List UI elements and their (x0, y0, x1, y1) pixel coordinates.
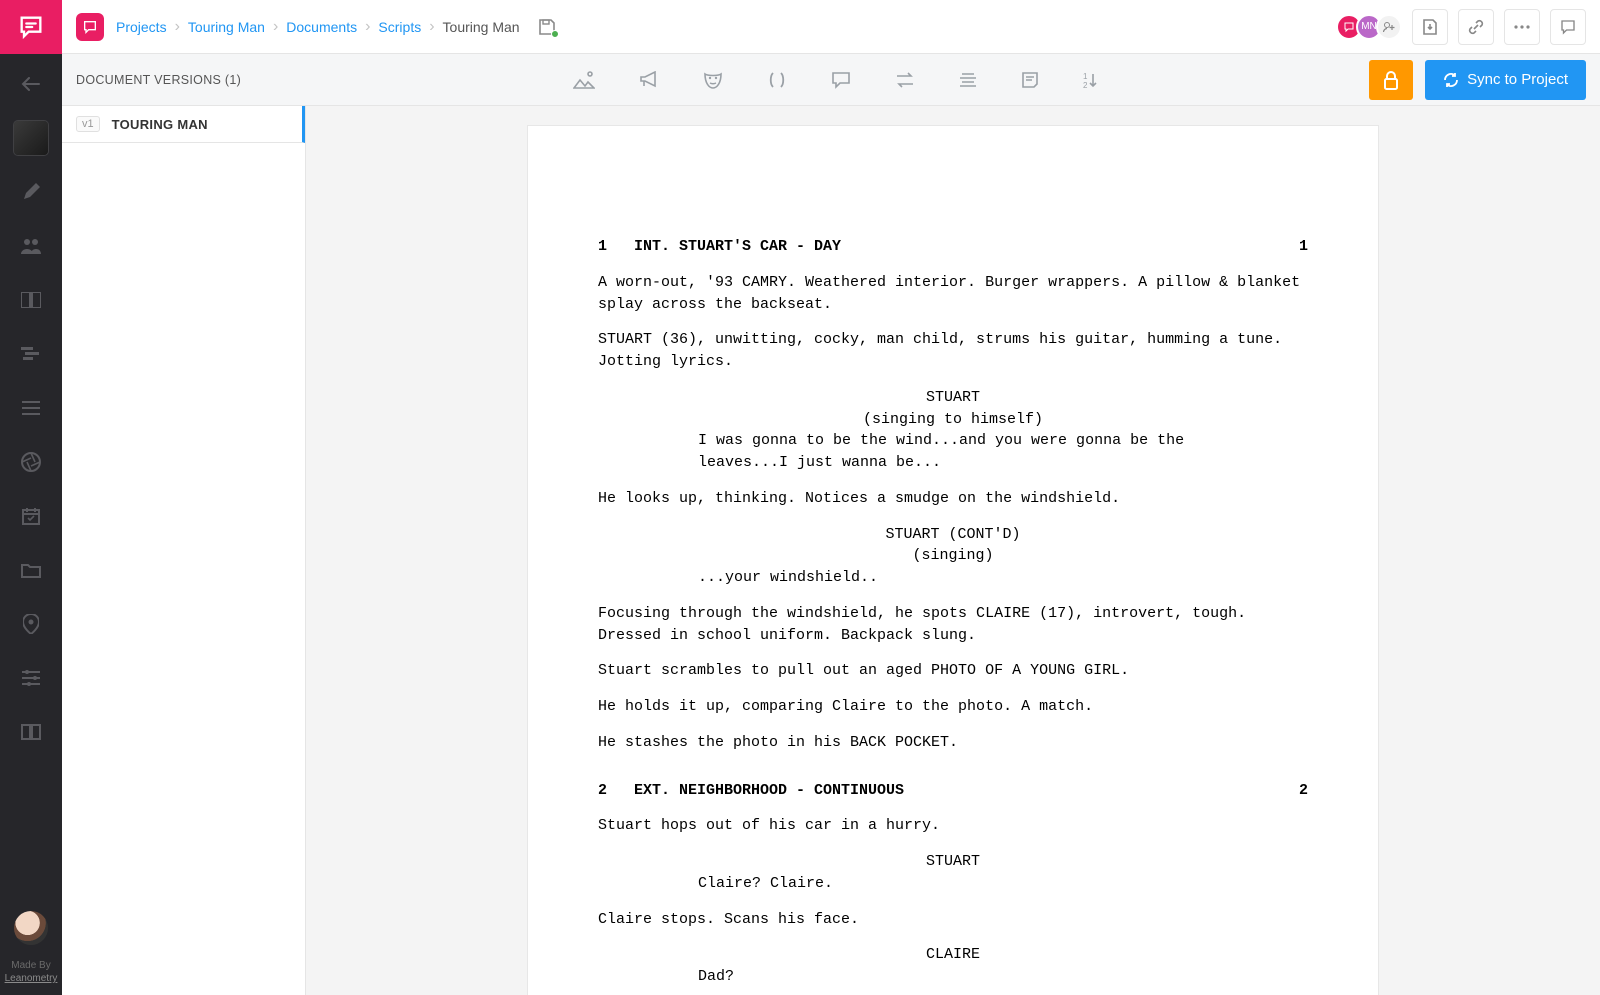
parenthetical[interactable]: (singing to himself) (788, 409, 1118, 431)
scene[interactable]: 1INT. STUART'S CAR - DAY1 A worn-out, '93… (598, 236, 1308, 754)
scene-heading[interactable]: 1INT. STUART'S CAR - DAY1 (598, 236, 1308, 258)
sidebar-footer: Made By Leanometry (5, 953, 58, 995)
sidebar-aperture-icon[interactable] (0, 442, 62, 482)
dialogue[interactable]: Dad? (698, 966, 1208, 988)
scene-number-left: 2 (598, 780, 634, 802)
footer-line2[interactable]: Leanometry (5, 973, 58, 984)
footer-line1: Made By (11, 960, 50, 971)
comment-icon[interactable] (831, 71, 851, 89)
action-text[interactable]: Stuart scrambles to pull out an aged PHO… (598, 660, 1308, 682)
sidebar-folder-icon[interactable] (0, 550, 62, 590)
swap-icon[interactable] (895, 72, 915, 88)
sidebar-project-thumb[interactable] (0, 118, 62, 158)
version-title: TOURING MAN (112, 117, 208, 132)
app-chip[interactable] (76, 13, 104, 41)
scene[interactable]: 2EXT. NEIGHBORHOOD - CONTINUOUS2 Stuart h… (598, 780, 1308, 995)
sidebar-back-icon[interactable] (0, 64, 62, 104)
save-status-icon[interactable] (538, 18, 556, 36)
sidebar-calendar-icon[interactable] (0, 496, 62, 536)
character-cue[interactable]: STUART (748, 387, 1158, 409)
scene-heading[interactable]: 2EXT. NEIGHBORHOOD - CONTINUOUS2 (598, 780, 1308, 802)
collaborators[interactable]: MN (1342, 14, 1402, 40)
action-text[interactable]: He stashes the photo in his BACK POCKET. (598, 732, 1308, 754)
image-icon[interactable] (573, 71, 595, 89)
sync-button[interactable]: Sync to Project (1425, 60, 1586, 100)
toolbar: DOCUMENT VERSIONS (1) 12 Sync to Project (62, 54, 1600, 106)
lock-icon (1382, 70, 1400, 90)
version-item[interactable]: v1 TOURING MAN (62, 106, 305, 143)
toolbar-right: Sync to Project (1369, 60, 1600, 100)
sidebar-book-icon[interactable] (0, 712, 62, 752)
dialogue[interactable]: I was gonna to be the wind...and you wer… (698, 430, 1208, 474)
action-text[interactable]: Stuart hops out of his car in a hurry. (598, 815, 1308, 837)
breadcrumb: Projects › Touring Man › Documents › Scr… (116, 18, 520, 36)
sidebar-list-icon[interactable] (0, 388, 62, 428)
chat-bubble-icon (17, 13, 45, 41)
collab-add[interactable] (1376, 14, 1402, 40)
sidebar-sliders-icon[interactable] (0, 658, 62, 698)
numbering-icon[interactable]: 12 (1083, 71, 1103, 89)
dialogue[interactable]: Claire? Claire. (698, 873, 1208, 895)
refresh-icon (1443, 72, 1459, 88)
sidebar-panels-icon[interactable] (0, 280, 62, 320)
sidebar-nav (0, 54, 62, 911)
breadcrumb-link[interactable]: Touring Man (188, 19, 265, 35)
character-cue[interactable]: CLAIRE (748, 944, 1158, 966)
lock-button[interactable] (1369, 60, 1413, 100)
svg-text:1: 1 (1083, 72, 1088, 81)
character-cue[interactable]: STUART (748, 851, 1158, 873)
chevron-right-icon: › (365, 18, 370, 36)
chevron-right-icon: › (429, 18, 434, 36)
sidebar-edit-icon[interactable] (0, 172, 62, 212)
left-sidebar: Made By Leanometry (0, 0, 62, 995)
breadcrumb-current: Touring Man (443, 19, 520, 35)
note-icon[interactable] (1021, 71, 1039, 89)
action-text[interactable]: He looks up, thinking. Notices a smudge … (598, 488, 1308, 510)
breadcrumb-link[interactable]: Scripts (378, 19, 421, 35)
document-area[interactable]: 1INT. STUART'S CAR - DAY1 A worn-out, '93… (306, 106, 1600, 995)
toolbar-center: 12 (306, 70, 1369, 90)
parenthetical[interactable]: (singing) (788, 545, 1118, 567)
chat-button[interactable] (1550, 9, 1586, 45)
action-text[interactable]: He holds it up, comparing Claire to the … (598, 696, 1308, 718)
dialogue[interactable]: ...your windshield.. (698, 567, 1208, 589)
download-button[interactable] (1412, 9, 1448, 45)
sidebar-timeline-icon[interactable] (0, 334, 62, 374)
scene-number-right: 1 (1272, 236, 1308, 258)
version-badge: v1 (76, 116, 100, 132)
scene-number-right: 2 (1272, 780, 1308, 802)
versions-panel: v1 TOURING MAN (62, 106, 306, 995)
versions-heading: DOCUMENT VERSIONS (1) (62, 73, 306, 87)
link-button[interactable] (1458, 9, 1494, 45)
action-text[interactable]: Focusing through the windshield, he spot… (598, 603, 1308, 647)
align-icon[interactable] (959, 72, 977, 88)
header-actions: MN (1342, 9, 1586, 45)
sidebar-people-icon[interactable] (0, 226, 62, 266)
scene-slug: EXT. NEIGHBORHOOD - CONTINUOUS (634, 780, 1272, 802)
sidebar-location-icon[interactable] (0, 604, 62, 644)
action-text[interactable]: A worn-out, '93 CAMRY. Weathered interio… (598, 272, 1308, 316)
user-avatar[interactable] (14, 911, 48, 945)
script-page[interactable]: 1INT. STUART'S CAR - DAY1 A worn-out, '93… (528, 126, 1378, 995)
top-header: Projects › Touring Man › Documents › Scr… (62, 0, 1600, 54)
action-text[interactable]: Claire stops. Scans his face. (598, 909, 1308, 931)
action-text[interactable]: STUART (36), unwitting, cocky, man child… (598, 329, 1308, 373)
mask-icon[interactable] (703, 70, 723, 90)
scene-number-left: 1 (598, 236, 634, 258)
chevron-right-icon: › (175, 18, 180, 36)
megaphone-icon[interactable] (639, 71, 659, 89)
breadcrumb-link[interactable]: Projects (116, 19, 167, 35)
more-button[interactable] (1504, 9, 1540, 45)
sync-label: Sync to Project (1467, 71, 1568, 88)
brand-logo[interactable] (0, 0, 62, 54)
scene-slug: INT. STUART'S CAR - DAY (634, 236, 1272, 258)
svg-text:2: 2 (1083, 81, 1088, 89)
paren-icon[interactable] (767, 71, 787, 89)
breadcrumb-link[interactable]: Documents (286, 19, 357, 35)
character-cue[interactable]: STUART (CONT'D) (748, 524, 1158, 546)
chevron-right-icon: › (273, 18, 278, 36)
